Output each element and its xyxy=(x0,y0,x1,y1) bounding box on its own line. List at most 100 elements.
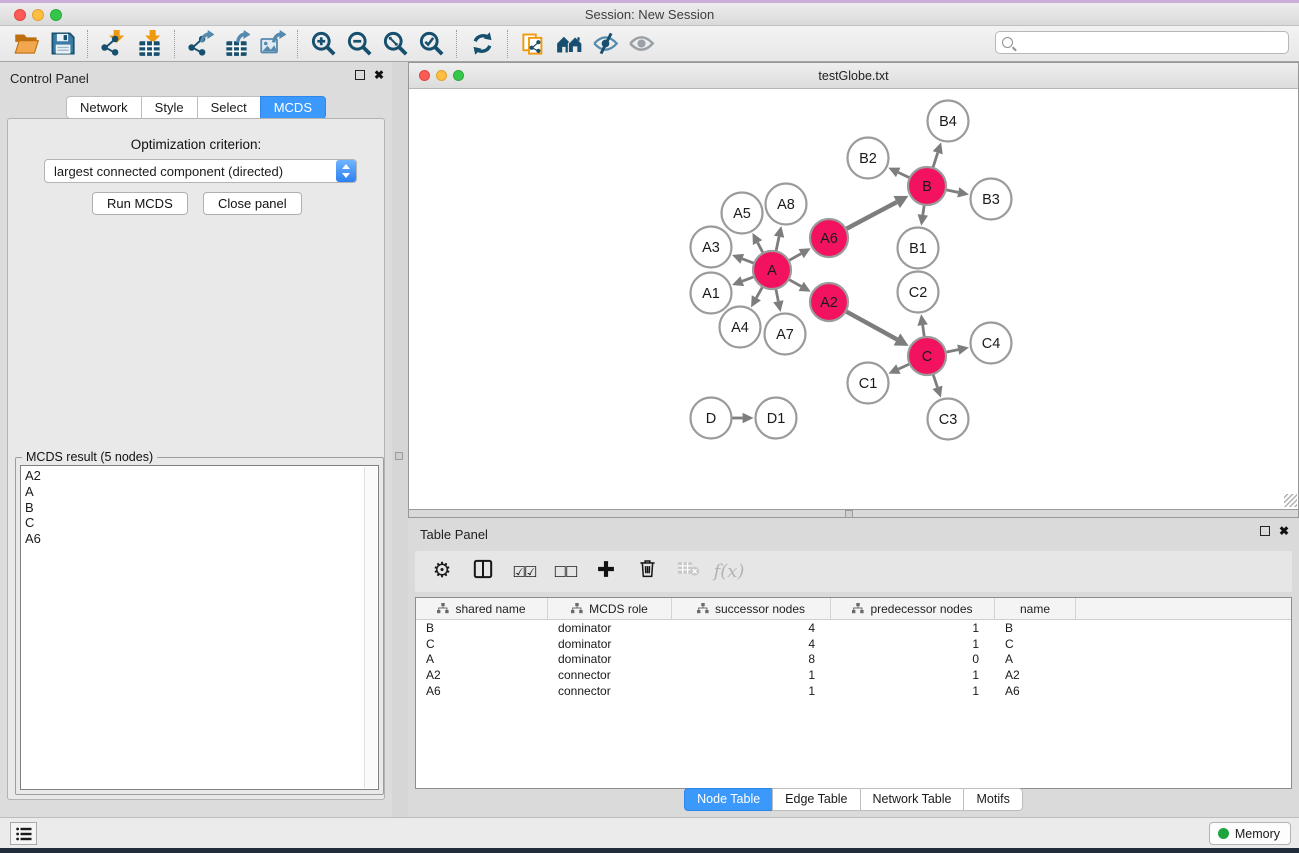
graph-edge-A-A7[interactable] xyxy=(773,289,783,312)
graph-edge-B-B1[interactable] xyxy=(918,205,928,226)
close-panel-icon[interactable]: ✖ xyxy=(374,70,384,80)
column-header-name[interactable]: name xyxy=(995,598,1076,619)
graph-edge-A-A2[interactable] xyxy=(789,279,811,291)
table-cell[interactable]: 1 xyxy=(672,668,831,682)
table-cell[interactable]: A xyxy=(995,652,1076,666)
graph-edge-B-B3[interactable] xyxy=(946,187,969,197)
graph-node-B4[interactable]: B4 xyxy=(928,101,969,142)
mcds-result-item[interactable]: C xyxy=(21,515,378,531)
search-field[interactable] xyxy=(995,31,1289,54)
table-cell[interactable]: 8 xyxy=(672,652,831,666)
float-panel-icon[interactable] xyxy=(355,70,365,80)
graph-node-B[interactable]: B xyxy=(908,167,946,205)
mcds-result-item[interactable]: A6 xyxy=(21,531,378,547)
mcds-result-item[interactable]: A xyxy=(21,484,378,500)
graph-edge-D-D1[interactable] xyxy=(732,413,754,424)
table-settings-button[interactable]: ⚙ xyxy=(429,559,455,585)
table-cell[interactable]: connector xyxy=(548,684,672,698)
graph-node-C4[interactable]: C4 xyxy=(971,323,1012,364)
graph-edge-A-A6[interactable] xyxy=(789,248,811,260)
table-cell[interactable]: B xyxy=(416,621,548,635)
graph-node-A8[interactable]: A8 xyxy=(766,184,807,225)
graph-edge-C-C2[interactable] xyxy=(917,314,927,337)
graph-edge-B-B4[interactable] xyxy=(933,142,943,168)
new-network-from-selection-button[interactable] xyxy=(515,28,551,60)
search-input[interactable] xyxy=(1013,36,1288,50)
table-cell[interactable]: A xyxy=(416,652,548,666)
graph-node-C[interactable]: C xyxy=(908,337,946,375)
tab-style[interactable]: Style xyxy=(141,96,198,119)
table-cell[interactable]: connector xyxy=(548,668,672,682)
graph-edge-A6-B[interactable] xyxy=(846,196,909,229)
tab-network[interactable]: Network xyxy=(66,96,142,119)
task-history-button[interactable] xyxy=(10,822,37,845)
table-cell[interactable]: A2 xyxy=(995,668,1076,682)
graph-node-A2[interactable]: A2 xyxy=(810,283,848,321)
graph-node-C3[interactable]: C3 xyxy=(928,399,969,440)
graph-edge-A-A3[interactable] xyxy=(732,254,754,264)
graph-edge-B-B2[interactable] xyxy=(888,168,910,178)
zoom-out-button[interactable] xyxy=(341,28,377,60)
graph-node-B1[interactable]: B1 xyxy=(898,228,939,269)
mcds-result-list[interactable]: A2ABCA6 xyxy=(20,465,379,790)
result-list-scrollbar[interactable] xyxy=(364,467,377,788)
tab-motifs[interactable]: Motifs xyxy=(963,788,1022,811)
run-mcds-button[interactable]: Run MCDS xyxy=(92,192,188,215)
deselect-all-rows-button[interactable]: ☐☐ xyxy=(552,559,578,585)
table-row[interactable]: A6connector11A6 xyxy=(416,683,1291,699)
table-row[interactable]: Cdominator41C xyxy=(416,636,1291,652)
table-cell[interactable]: dominator xyxy=(548,652,672,666)
graph-node-A[interactable]: A xyxy=(753,251,791,289)
table-cell[interactable]: dominator xyxy=(548,621,672,635)
delete-column-button[interactable] xyxy=(634,559,660,585)
graph-edge-A-A1[interactable] xyxy=(732,276,754,286)
network-canvas[interactable]: B4B2BB3A8A5A6A3B1AA1C2A2A4A7C4CC1DD1C3 xyxy=(409,89,1298,510)
table-cell[interactable]: 1 xyxy=(831,684,995,698)
export-image-button[interactable] xyxy=(254,28,290,60)
table-close-panel-icon[interactable]: ✖ xyxy=(1279,526,1289,536)
table-row[interactable]: Bdominator41B xyxy=(416,620,1291,636)
tab-select[interactable]: Select xyxy=(197,96,261,119)
table-row[interactable]: A2connector11A2 xyxy=(416,667,1291,683)
table-cell[interactable]: A6 xyxy=(416,684,548,698)
graph-node-A7[interactable]: A7 xyxy=(765,314,806,355)
graph-node-B3[interactable]: B3 xyxy=(971,179,1012,220)
tab-mcds[interactable]: MCDS xyxy=(260,96,326,119)
table-cell[interactable]: C xyxy=(995,637,1076,651)
import-table-button[interactable] xyxy=(131,28,167,60)
optimization-criterion-dropdown[interactable]: largest connected component (directed) xyxy=(44,159,357,183)
export-network-button[interactable] xyxy=(182,28,218,60)
select-all-rows-button[interactable]: ☑☑ xyxy=(511,559,537,585)
table-mode-button[interactable] xyxy=(470,559,496,585)
graph-node-D[interactable]: D xyxy=(691,398,732,439)
graph-node-D1[interactable]: D1 xyxy=(756,398,797,439)
import-network-button[interactable] xyxy=(95,28,131,60)
export-table-button[interactable] xyxy=(218,28,254,60)
graph-edge-A-A5[interactable] xyxy=(752,233,763,253)
zoom-fit-button[interactable] xyxy=(377,28,413,60)
column-header-MCDS-role[interactable]: MCDS role xyxy=(548,598,672,619)
graph-edge-A-A8[interactable] xyxy=(774,226,784,251)
column-header-shared-name[interactable]: shared name xyxy=(416,598,548,619)
graph-node-A6[interactable]: A6 xyxy=(810,219,848,257)
save-session-button[interactable] xyxy=(44,28,80,60)
graph-edge-C-C1[interactable] xyxy=(888,364,909,374)
table-cell[interactable]: A2 xyxy=(416,668,548,682)
table-float-panel-icon[interactable] xyxy=(1260,526,1270,536)
column-header-successor-nodes[interactable]: successor nodes xyxy=(672,598,831,619)
column-header-predecessor-nodes[interactable]: predecessor nodes xyxy=(831,598,995,619)
mcds-result-item[interactable]: B xyxy=(21,500,378,516)
table-cell[interactable]: dominator xyxy=(548,637,672,651)
open-file-button[interactable] xyxy=(8,28,44,60)
table-cell[interactable]: 1 xyxy=(672,684,831,698)
first-neighbors-button[interactable] xyxy=(551,28,587,60)
table-row[interactable]: Adominator80A xyxy=(416,652,1291,668)
table-cell[interactable]: 1 xyxy=(831,637,995,651)
table-cell[interactable]: 4 xyxy=(672,621,831,635)
graph-node-A3[interactable]: A3 xyxy=(691,227,732,268)
zoom-in-button[interactable] xyxy=(305,28,341,60)
graph-edge-A-A4[interactable] xyxy=(751,287,763,308)
graph-node-B2[interactable]: B2 xyxy=(848,138,889,179)
add-column-button[interactable] xyxy=(593,559,619,585)
table-cell[interactable]: 1 xyxy=(831,621,995,635)
